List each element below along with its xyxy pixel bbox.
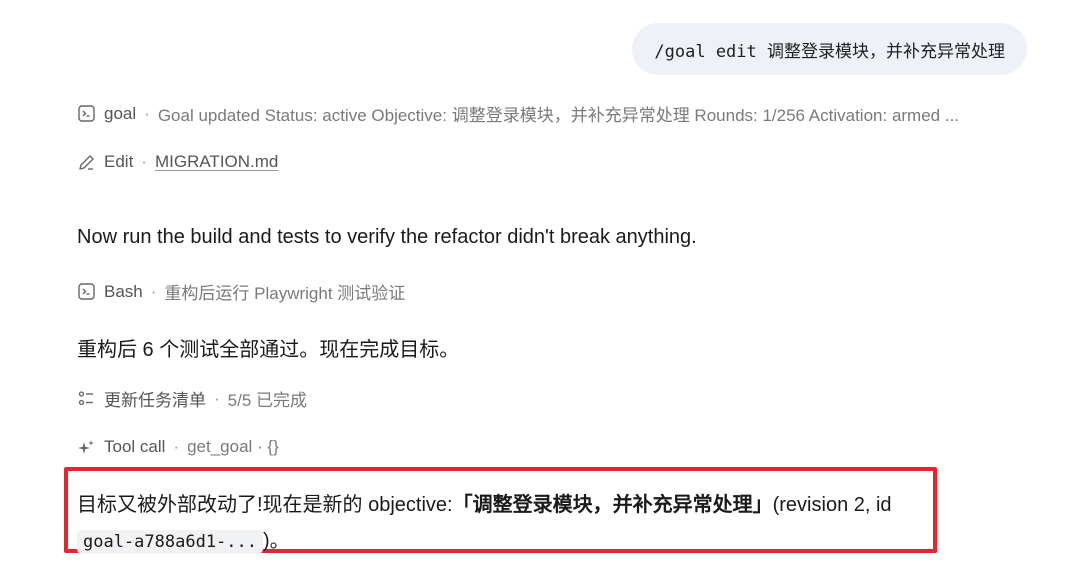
final-suffix: (revision 2, id bbox=[772, 494, 892, 516]
step-goal[interactable]: goal · Goal updated Status: active Objec… bbox=[77, 101, 1022, 126]
separator: · bbox=[144, 103, 150, 123]
file-link-migration[interactable]: MIGRATION.md bbox=[155, 152, 278, 172]
step-detail: Goal updated Status: active Objective: 调… bbox=[157, 106, 960, 125]
step-detail: 5/5 已完成 bbox=[227, 391, 308, 410]
checklist-icon bbox=[77, 390, 95, 408]
pencil-icon bbox=[77, 153, 95, 171]
final-prefix: 目标又被外部改动了!现在是新的 objective: bbox=[77, 494, 453, 516]
step-name: goal bbox=[104, 103, 137, 123]
final-end: )。 bbox=[263, 530, 290, 552]
step-detail: 重构后运行 Playwright 测试验证 bbox=[164, 284, 406, 303]
separator: · bbox=[214, 388, 220, 408]
assistant-message-goal-changed: 目标又被外部改动了!现在是新的 objective:「调整登录模块，并补充异常处… bbox=[77, 487, 892, 560]
step-bash[interactable]: Bash · 重构后运行 Playwright 测试验证 bbox=[77, 279, 405, 304]
step-detail: get_goal · {} bbox=[187, 437, 279, 456]
step-name: Tool call bbox=[104, 437, 166, 456]
final-objective: 「调整登录模块，并补充异常处理」 bbox=[452, 494, 773, 516]
terminal-icon bbox=[77, 105, 95, 123]
user-message-text: /goal edit 调整登录模块，并补充异常处理 bbox=[654, 41, 1005, 62]
goal-id-code: goal-a788a6d1-... bbox=[77, 530, 263, 554]
step-update-tasks[interactable]: 更新任务清单 · 5/5 已完成 bbox=[77, 386, 307, 411]
assistant-message-run-build: Now run the build and tests to verify th… bbox=[77, 226, 697, 248]
step-name: 更新任务清单 bbox=[104, 391, 206, 410]
step-edit[interactable]: Edit · MIGRATION.md bbox=[77, 152, 278, 172]
step-name: Edit bbox=[104, 152, 134, 171]
step-name: Bash bbox=[104, 281, 143, 301]
separator: · bbox=[141, 152, 147, 171]
terminal-icon bbox=[77, 283, 95, 301]
assistant-message-tests-passed: 重构后 6 个测试全部通过。现在完成目标。 bbox=[77, 339, 460, 361]
user-message-bubble: /goal edit 调整登录模块，并补充异常处理 bbox=[632, 23, 1027, 75]
sparkle-icon bbox=[77, 438, 95, 456]
step-tool-call[interactable]: Tool call · get_goal · {} bbox=[77, 437, 279, 457]
separator: · bbox=[150, 281, 157, 301]
separator: · bbox=[173, 437, 180, 456]
